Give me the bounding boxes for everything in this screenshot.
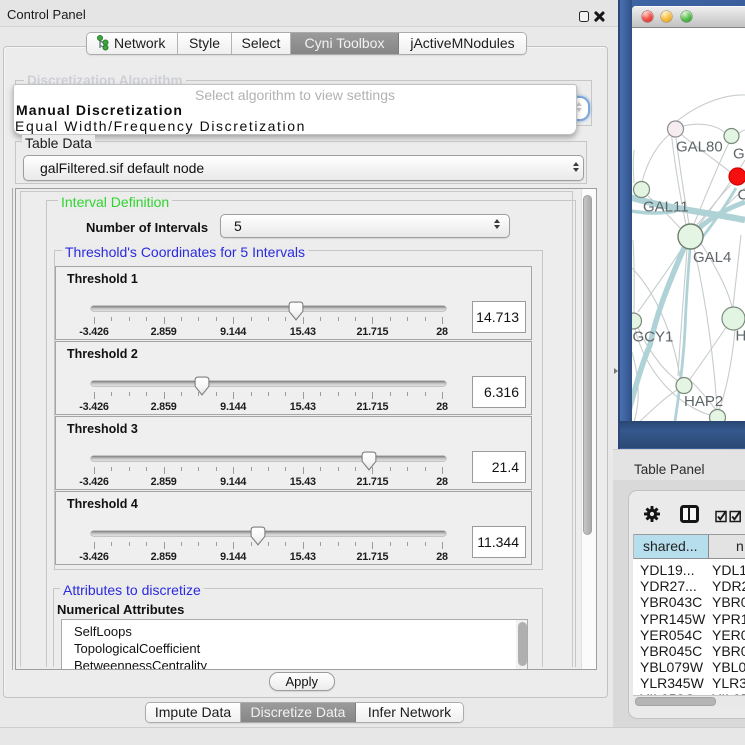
svg-text:HAP2: HAP2 (684, 393, 723, 410)
svg-text:H: H (736, 328, 745, 345)
svg-text:GAL80: GAL80 (676, 139, 723, 156)
svg-text:GCY1: GCY1 (633, 329, 674, 346)
svg-text:G...: G... (733, 146, 745, 163)
svg-text:GAL4: GAL4 (693, 249, 731, 266)
svg-text:C...: C... (738, 187, 745, 204)
svg-text:GAL11: GAL11 (643, 199, 689, 216)
